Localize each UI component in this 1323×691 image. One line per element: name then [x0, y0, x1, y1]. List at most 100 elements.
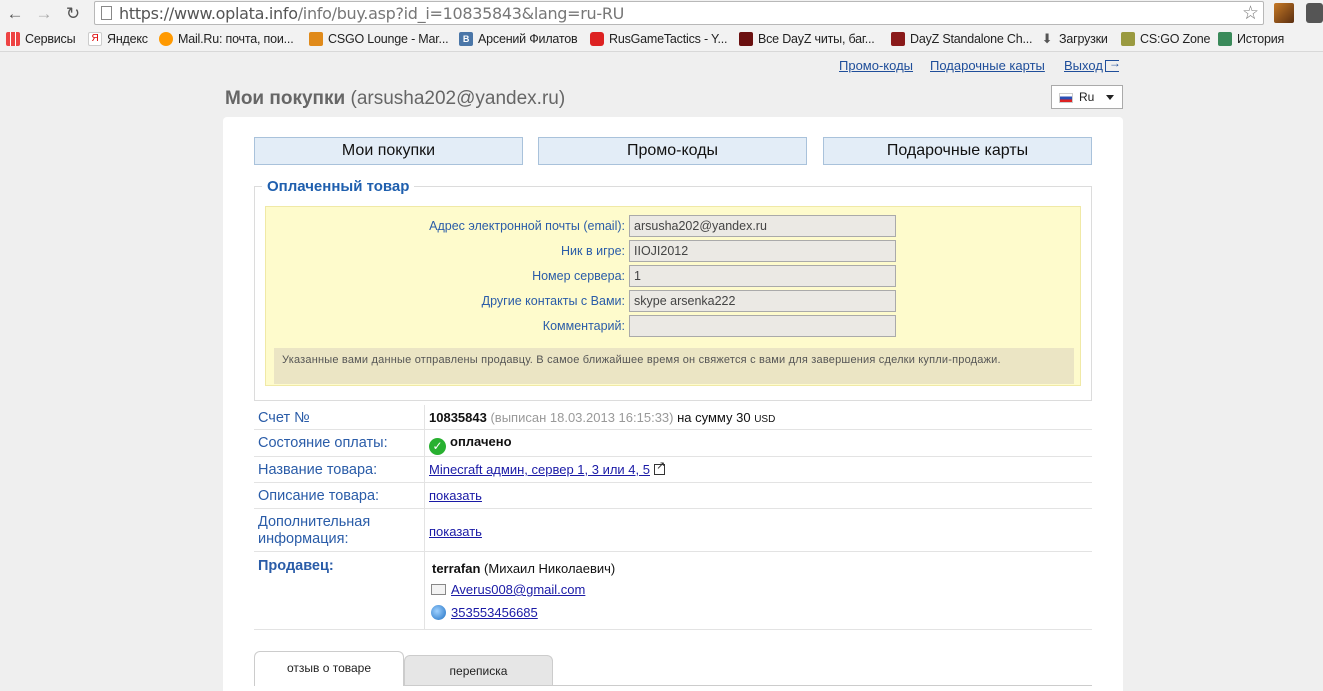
bookmark-item[interactable]: ⬇ Загрузки: [1040, 32, 1108, 47]
language-select[interactable]: Ru: [1051, 85, 1123, 109]
status-label: Состояние оплаты:: [258, 435, 388, 451]
webmoney-icon: [431, 605, 446, 620]
bookmark-star-icon[interactable]: ☆: [1242, 2, 1259, 25]
promo-codes-link[interactable]: Промо-коды: [839, 58, 913, 73]
yandex-icon: Я: [88, 32, 102, 46]
page-title: Мои покупки (arsusha202@yandex.ru): [225, 88, 565, 110]
csgo-zone-icon: [1121, 32, 1135, 46]
csgo-lounge-icon: [309, 32, 323, 46]
dayz-standalone-icon: [891, 32, 905, 46]
product-label: Название товара:: [258, 462, 378, 478]
seller-email-link[interactable]: Averus008@gmail.com: [451, 582, 585, 597]
contacts-field[interactable]: skype arsenka222: [629, 290, 896, 312]
forward-arrow-icon[interactable]: →: [33, 3, 55, 25]
vk-icon: B: [459, 32, 473, 46]
page-icon: [101, 6, 112, 20]
tab-my-purchases[interactable]: Мои покупки: [254, 137, 523, 165]
table-row: Дополнительная информация: показать: [254, 509, 1092, 552]
seller-wmid-link[interactable]: 353553456685: [451, 605, 538, 620]
divider: [424, 552, 425, 630]
reload-icon[interactable]: ↻: [62, 3, 84, 25]
tab-correspondence[interactable]: переписка: [404, 655, 553, 686]
mail-icon: [431, 584, 446, 595]
show-description-link[interactable]: показать: [429, 488, 482, 503]
invoice-issued: (выписан 18.03.2013 16:15:33): [490, 410, 674, 425]
comment-label: Комментарий:: [542, 319, 625, 333]
bookmark-item[interactable]: Все DayZ читы, баг...: [739, 32, 875, 46]
bookmark-item[interactable]: Я Яндекс: [88, 32, 148, 46]
address-bar[interactable]: https://www.oplata.info/info/buy.asp?id_…: [94, 1, 1264, 25]
invoice-sum: на сумму 30: [677, 410, 751, 425]
exit-icon: [1104, 56, 1121, 72]
russia-flag-icon: [1059, 93, 1073, 103]
form-row: Адрес электронной почты (email): arsusha…: [266, 215, 1082, 237]
account-value: 10835843 (выписан 18.03.2013 16:15:33) н…: [429, 410, 775, 425]
additional-info-label: Дополнительная информация:: [258, 514, 371, 547]
product-value: Minecraft админ, сервер 1, 3 или 4, 5: [429, 459, 665, 477]
bookmark-item[interactable]: История: [1218, 32, 1284, 46]
email-label: Адрес электронной почты (email):: [429, 219, 625, 233]
form-row: Другие контакты с Вами: skype arsenka222: [266, 290, 1082, 312]
bookmark-item[interactable]: CSGO Lounge - Mar...: [309, 32, 449, 46]
buyer-data-panel: Адрес электронной почты (email): arsusha…: [265, 206, 1081, 386]
invoice-currency: USD: [754, 414, 776, 425]
table-row: Продавец: terrafan (Михаил Николаевич) A…: [254, 552, 1092, 630]
form-row: Комментарий:: [266, 315, 1082, 337]
table-row: Описание товара: показать: [254, 483, 1092, 509]
browser-toolbar: ← → ↻ https://www.oplata.info/info/buy.a…: [0, 0, 1323, 28]
address-url: https://www.oplata.info/info/buy.asp?id_…: [119, 4, 625, 23]
dayz-cheats-icon: [739, 32, 753, 46]
bookmark-item[interactable]: DayZ Standalone Ch...: [891, 32, 1032, 46]
nick-label: Ник в игре:: [561, 244, 625, 258]
seller-wmid-row: 353553456685: [431, 605, 538, 620]
seller-name: terrafan (Михаил Николаевич): [432, 561, 615, 576]
server-field[interactable]: 1: [629, 265, 896, 287]
bookmark-item[interactable]: RusGameTactics - Y...: [590, 32, 728, 46]
bookmarks-bar: Сервисы Я Яндекс Mail.Ru: почта, пои... …: [0, 28, 1323, 52]
seller-nick: terrafan: [432, 561, 481, 576]
divider: [424, 405, 425, 430]
paid-product-legend: Оплаченный товар: [262, 178, 415, 195]
tab-review[interactable]: отзыв о товаре: [254, 651, 404, 686]
seller-label: Продавец:: [258, 558, 334, 574]
main-card: Мои покупки Промо-коды Подарочные карты …: [223, 117, 1123, 691]
chevron-down-icon: [1106, 95, 1114, 100]
bookmark-item[interactable]: Mail.Ru: почта, пои...: [159, 32, 294, 46]
mailru-icon: [159, 32, 173, 46]
exit-link[interactable]: Выход: [1064, 56, 1121, 73]
server-label: Номер сервера:: [532, 269, 625, 283]
history-icon: [1218, 32, 1232, 46]
bookmark-item[interactable]: Сервисы: [6, 32, 76, 46]
description-label: Описание товара:: [258, 488, 380, 504]
table-row: Название товара: Minecraft админ, сервер…: [254, 457, 1092, 483]
contacts-label: Другие контакты с Вами:: [481, 294, 625, 308]
external-link-icon[interactable]: [653, 459, 665, 475]
divider: [424, 509, 425, 552]
gift-cards-link[interactable]: Подарочные карты: [930, 58, 1045, 73]
product-link[interactable]: Minecraft админ, сервер 1, 3 или 4, 5: [429, 462, 650, 477]
table-row: Счет № 10835843 (выписан 18.03.2013 16:1…: [254, 405, 1092, 430]
tab-gift-cards[interactable]: Подарочные карты: [823, 137, 1092, 165]
status-text: оплачено: [450, 434, 512, 449]
extension-icon[interactable]: [1274, 3, 1294, 23]
page-title-text: Мои покупки: [225, 88, 346, 109]
back-arrow-icon[interactable]: ←: [4, 3, 26, 25]
divider: [424, 430, 425, 457]
language-value: Ru: [1079, 90, 1095, 104]
apps-icon: [6, 32, 20, 46]
comment-field[interactable]: [629, 315, 896, 337]
exit-label: Выход: [1064, 58, 1103, 73]
bookmark-item[interactable]: CS:GO Zone: [1121, 32, 1210, 46]
seller-fullname: (Михаил Николаевич): [484, 561, 616, 576]
status-value: ✓ оплачено: [429, 434, 512, 455]
notice-message: Указанные вами данные отправлены продавц…: [274, 348, 1074, 384]
extension-icon[interactable]: [1306, 3, 1323, 23]
youtube-icon: [590, 32, 604, 46]
divider: [424, 457, 425, 483]
tab-promo-codes[interactable]: Промо-коды: [538, 137, 807, 165]
account-label: Счет №: [258, 410, 310, 426]
bookmark-item[interactable]: B Арсений Филатов: [459, 32, 578, 46]
email-field[interactable]: arsusha202@yandex.ru: [629, 215, 896, 237]
nick-field[interactable]: IIOJI2012: [629, 240, 896, 262]
show-additional-link[interactable]: показать: [429, 524, 482, 539]
